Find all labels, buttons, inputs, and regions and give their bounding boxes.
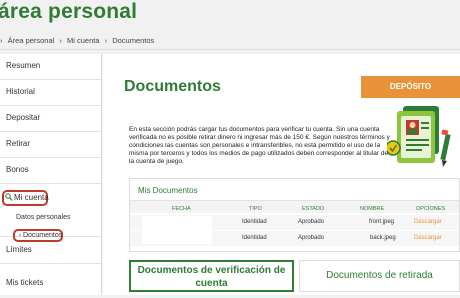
cell-estado: Aprobado (298, 219, 325, 225)
tab-verification-documents[interactable]: Documentos de verificación de cuenta (129, 260, 294, 292)
breadcrumb-separator: › (104, 36, 108, 45)
sidebar-item-retirar[interactable]: Retirar (0, 132, 101, 158)
intro-text: En esta sección podrás cargar tus docume… (129, 126, 390, 165)
chevron-right-icon: › (19, 233, 21, 239)
breadcrumb-separator: › (59, 36, 62, 45)
sidebar-item-label: Depositar (6, 113, 41, 122)
sidebar-item-mi-cuenta[interactable]: Mi cuenta (2, 190, 49, 206)
breadcrumb: › Área personal › Mi cuenta › Documentos (0, 33, 460, 50)
cell-estado: Aprobado (298, 235, 325, 241)
page-title: área personal (0, 0, 138, 23)
cell-tipo: Identidad (242, 235, 267, 241)
documents-table: Mis Documentos FECHA TIPO ESTADO NOMBRE … (129, 178, 460, 252)
sidebar-item-resumen[interactable]: Resumen (0, 54, 101, 80)
section-title: Documentos (124, 78, 221, 95)
column-header-tipo: TIPO (249, 206, 262, 212)
breadcrumb-area-personal[interactable]: Área personal (8, 36, 55, 45)
sidebar-item-label: Bonos (6, 165, 29, 174)
sidebar: Resumen Historial Depositar Retirar Bono… (0, 54, 102, 295)
deposit-button[interactable]: DEPÓSITO (361, 76, 460, 98)
download-link[interactable]: Descargar (414, 235, 442, 241)
sidebar-subitem-documentos[interactable]: › Documentos (13, 229, 63, 242)
breadcrumb-documentos: Documentos (112, 36, 155, 45)
sidebar-item-label: Mis tickets (6, 278, 44, 287)
sidebar-item-label: Historial (6, 87, 35, 96)
date-cell (142, 216, 212, 244)
column-header-estado: ESTADO (302, 206, 325, 212)
documents-illustration (385, 104, 457, 172)
user-icon (5, 193, 13, 206)
sidebar-item-depositar[interactable]: Depositar (0, 106, 101, 132)
cell-nombre: back.jpeg (370, 235, 396, 241)
sidebar-item-label: Límites (6, 245, 32, 254)
breadcrumb-mi-cuenta[interactable]: Mi cuenta (67, 36, 100, 45)
download-link[interactable]: Descargar (414, 219, 442, 225)
cell-nombre: front.jpeg (369, 219, 395, 225)
column-header-opciones: OPCIONES (416, 206, 446, 212)
column-header-fecha: FECHA (172, 206, 191, 212)
column-header-nombre: NOMBRE (360, 206, 385, 212)
cell-tipo: Identidad (242, 219, 267, 225)
tab-withdrawal-documents[interactable]: Documentos de retirada (299, 260, 460, 292)
main-content: Documentos DEPÓSITO En esta sección podr… (103, 54, 460, 295)
sidebar-item-label: Mi cuenta (14, 193, 49, 202)
table-title: Mis Documentos (138, 186, 198, 195)
sidebar-item-label: Retirar (6, 139, 31, 148)
sidebar-item-label: Resumen (6, 61, 41, 70)
breadcrumb-separator: › (0, 36, 3, 45)
sidebar-subitem-datos-personales[interactable]: Datos personales (16, 214, 70, 221)
sidebar-subitem-label: Documentos (22, 232, 63, 239)
sidebar-item-bonos[interactable]: Bonos (0, 158, 101, 184)
sidebar-item-mis-tickets[interactable]: Mis tickets (0, 268, 101, 295)
sidebar-item-historial[interactable]: Historial (0, 80, 101, 106)
